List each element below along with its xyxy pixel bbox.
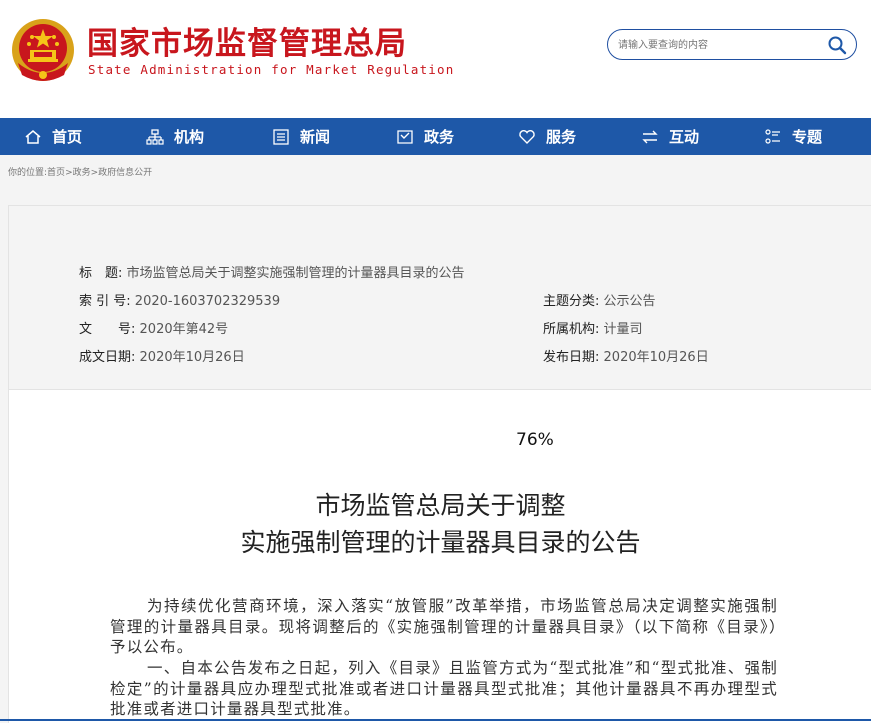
search-icon[interactable] (826, 34, 848, 56)
site-header: 国家市场监督管理总局 State Administration for Mark… (0, 0, 871, 118)
national-emblem-icon[interactable] (10, 17, 76, 83)
breadcrumb-prefix: 你的位置: (8, 168, 48, 178)
site-subtitle: State Administration for Market Regulati… (88, 62, 455, 77)
nav-label-org: 机构 (174, 128, 205, 146)
zoom-level: 76% (516, 430, 554, 450)
breadcrumb-separator: > (65, 168, 73, 178)
nav-item-government[interactable]: 政务 (396, 118, 454, 155)
meta-category-key: 主题分类: (543, 294, 600, 309)
nav-label-service: 服务 (546, 128, 577, 146)
document-title-line1: 市场监管总局关于调整 (315, 491, 566, 520)
meta-date-row: 成文日期: 2020年10月26日 (79, 346, 245, 365)
meta-title-key: 标 题: (79, 266, 123, 281)
meta-category-row: 主题分类: 公示公告 (543, 290, 656, 309)
meta-org-key: 所属机构: (543, 322, 600, 337)
meta-publish-value: 2020年10月26日 (603, 350, 709, 365)
meta-date-key: 成文日期: (79, 350, 136, 365)
document-paragraph-2: 一、自本公告发布之日起，列入《目录》且监管方式为“型式批准”和“型式批准、强制检… (110, 659, 778, 718)
nav-label-news: 新闻 (300, 128, 331, 146)
meta-title-row: 标 题: 市场监管总局关于调整实施强制管理的计量器具目录的公告 (79, 262, 465, 281)
meta-org-value: 计量司 (603, 322, 643, 337)
main-nav: 首页 机构 新闻 政务 服务 互动 专题 (0, 118, 871, 155)
org-chart-icon (146, 128, 164, 145)
meta-docno-key: 文 号: (79, 322, 136, 337)
meta-publish-key: 发布日期: (543, 350, 600, 365)
search-box (607, 29, 857, 60)
topic-list-icon (765, 128, 780, 144)
search-input[interactable] (618, 36, 818, 54)
breadcrumb-item-home[interactable]: 首页 (47, 168, 65, 178)
meta-category-value: 公示公告 (603, 294, 656, 309)
document-paragraph-1: 为持续优化营商环境，深入落实“放管服”改革举措，市场监管总局决定调整实施强制管理… (110, 597, 778, 656)
meta-publish-row: 发布日期: 2020年10月26日 (543, 346, 709, 365)
meta-org-row: 所属机构: 计量司 (543, 318, 643, 337)
nav-item-interact[interactable]: 互动 (641, 118, 699, 155)
nav-label-home: 首页 (52, 128, 83, 146)
heart-icon (519, 129, 535, 144)
government-icon (397, 129, 413, 144)
bottom-divider (0, 719, 871, 721)
breadcrumb: 你的位置:首页>政务>政府信息公开 (8, 165, 152, 178)
document-title-line2: 实施强制管理的计量器具目录的公告 (240, 528, 641, 557)
site-title[interactable]: 国家市场监督管理总局 (87, 18, 407, 63)
breadcrumb-item-government[interactable]: 政务 (73, 168, 91, 178)
nav-item-news[interactable]: 新闻 (272, 118, 330, 155)
home-icon (25, 129, 41, 144)
meta-docno-value: 2020年第42号 (139, 322, 229, 337)
news-icon (273, 128, 289, 145)
nav-item-home[interactable]: 首页 (24, 118, 82, 155)
document-content: 76% 市场监管总局关于调整 实施强制管理的计量器具目录的公告 为持续优化营商环… (8, 389, 871, 723)
nav-label-government: 政务 (424, 128, 455, 146)
meta-index-value: 2020-1603702329539 (134, 294, 281, 309)
meta-date-value: 2020年10月26日 (139, 350, 245, 365)
nav-label-interact: 互动 (669, 128, 700, 146)
exchange-icon (642, 130, 658, 143)
breadcrumb-item-info[interactable]: 政府信息公开 (98, 168, 152, 178)
document-meta-panel: 标 题: 市场监管总局关于调整实施强制管理的计量器具目录的公告 索 引 号: 2… (8, 205, 871, 389)
meta-index-row: 索 引 号: 2020-1603702329539 (79, 290, 280, 309)
nav-item-topic[interactable]: 专题 (764, 118, 822, 155)
nav-item-service[interactable]: 服务 (518, 118, 576, 155)
meta-index-key: 索 引 号: (79, 294, 131, 309)
nav-item-org[interactable]: 机构 (146, 118, 204, 155)
meta-title-value: 市场监管总局关于调整实施强制管理的计量器具目录的公告 (126, 266, 465, 281)
meta-docno-row: 文 号: 2020年第42号 (79, 318, 228, 337)
nav-label-topic: 专题 (792, 128, 823, 146)
